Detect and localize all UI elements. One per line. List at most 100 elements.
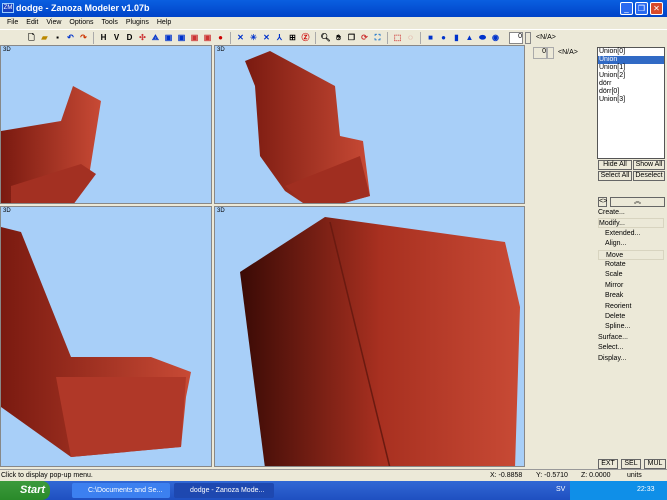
panel-spin-arrows[interactable] [547,47,554,59]
minimize-button[interactable]: _ [620,2,633,15]
command-reorient[interactable]: Reorient [598,302,664,312]
box-front-icon[interactable]: ▣ [163,32,174,43]
command-display[interactable]: Display... [598,354,664,364]
chair-model [245,51,370,203]
command-spline[interactable]: Spline... [598,322,664,332]
menu-options[interactable]: Options [65,17,97,29]
maximize-button[interactable]: ❐ [635,2,648,15]
show-all-button[interactable]: Show All [633,160,665,170]
command-create[interactable]: Create... [598,208,664,218]
task-zanoza[interactable]: dodge - Zanoza Mode... [174,483,274,498]
toolbar: 🗋 ▰ ▪ ↶ ↷ H V D ✣ ⟁ ▣ ▣ ▣ ▣ ● ✕ ✳ ✕ ⅄ ⊞ … [0,29,667,45]
cylinder-primitive-icon[interactable]: ▮ [451,32,462,43]
box-persp-icon[interactable]: ▣ [202,32,213,43]
select-circle-icon[interactable]: ◌ [405,32,416,43]
menu-help[interactable]: Help [153,17,175,29]
cube-primitive-icon[interactable]: ■ [425,32,436,43]
new-file-icon[interactable]: 🗋 [26,32,37,43]
separator [420,31,421,44]
mode-ext-button[interactable]: EXT [598,459,618,469]
panel-spin-input[interactable]: 0 [533,47,547,59]
object-list-item[interactable]: Union[1] [598,64,664,72]
command-surface[interactable]: Surface... [598,333,664,343]
pan-hand-icon[interactable]: ✋︎ [333,32,344,43]
viewport-top-left[interactable]: 3D [0,45,212,204]
mode-sel-button[interactable]: SEL [621,459,641,469]
chair-model-closeup [240,217,520,466]
zoom-z-icon[interactable]: Ⓩ [300,32,311,43]
select-all-button[interactable]: Select All [598,171,632,181]
axis-z-icon[interactable]: ✕ [261,32,272,43]
menu-plugins[interactable]: Plugins [122,17,153,29]
viewport-label: 3D [3,47,11,53]
viewport-top-right[interactable]: 3D [214,45,525,204]
panel-toggle-button[interactable]: <> [598,197,607,207]
language-indicator[interactable]: SV [556,486,565,493]
menu-edit[interactable]: Edit [22,17,42,29]
command-rotate[interactable]: Rotate [598,260,664,270]
object-list-item[interactable]: Union [598,56,664,64]
collapse-button[interactable]: ︽ [610,197,665,207]
viewport-label: 3D [217,47,225,53]
toolbar-spin-input[interactable]: 0 [509,31,523,44]
save-icon[interactable]: ▪ [52,32,63,43]
box-side-icon[interactable]: ▣ [176,32,187,43]
menu-bar: File Edit View Options Tools Plugins Hel… [0,17,667,29]
undo-icon[interactable]: ↶ [65,32,76,43]
sphere-primitive-icon[interactable]: ● [438,32,449,43]
command-break[interactable]: Break [598,291,664,301]
view-v-button[interactable]: V [111,32,122,43]
object-list[interactable]: Union[0] Union Union[1] Union[2] dörr dörr[0]… [597,47,665,159]
taskbar: Start C:\Documents and Se... dodge - Zan… [0,481,667,500]
command-align[interactable]: Align... [598,239,664,249]
axis-x-icon[interactable]: ✕ [235,32,246,43]
menu-view[interactable]: View [42,17,65,29]
object-list-item[interactable]: Union[0] [598,48,664,56]
rotate-view-icon[interactable]: ⟳ [359,32,370,43]
select-rect-icon[interactable]: ⬚ [392,32,403,43]
vertex-icon[interactable]: ⟁ [150,32,161,43]
command-delete[interactable]: Delete [598,312,664,322]
toolbar-spin-arrows[interactable] [525,31,531,44]
menu-tools[interactable]: Tools [98,17,122,29]
cone-primitive-icon[interactable]: ▲ [464,32,475,43]
cube-view-icon[interactable]: ❒ [346,32,357,43]
command-scale[interactable]: Scale [598,270,664,280]
deselect-button[interactable]: Deselect [633,171,665,181]
command-move[interactable]: Move [598,249,664,260]
command-select[interactable]: Select... [598,343,664,353]
axis-all-icon[interactable]: ⅄ [274,32,285,43]
menu-file[interactable]: File [3,17,22,29]
object-list-item[interactable]: dörr [598,80,664,88]
fit-view-icon[interactable]: ⛶ [372,32,383,43]
separator [387,31,388,44]
hide-all-button[interactable]: Hide All [598,160,632,170]
viewport-bottom-left[interactable]: 3D [0,206,212,467]
command-extended[interactable]: Extended... [598,229,664,239]
object-list-item[interactable]: Union[3] [598,96,664,104]
close-button[interactable]: ✕ [650,2,663,15]
render-sphere-icon[interactable]: ● [215,32,226,43]
box-top-icon[interactable]: ▣ [189,32,200,43]
app-icon[interactable]: ZM [2,3,14,13]
command-mirror[interactable]: Mirror [598,281,664,291]
object-list-item[interactable]: dörr[0] [598,88,664,96]
view-d-button[interactable]: D [124,32,135,43]
clock: 22:33 [637,486,655,493]
disc-primitive-icon[interactable]: ⬬ [477,32,488,43]
2d-3d-icon[interactable]: ⊞ [287,32,298,43]
layout-icon[interactable]: ✣ [137,32,148,43]
mode-mul-button[interactable]: MUL [644,459,666,469]
magnifier-icon[interactable]: 🔍︎ [320,32,331,43]
object-list-item[interactable]: Union[2] [598,72,664,80]
torus-primitive-icon[interactable]: ◉ [490,32,501,43]
open-folder-icon[interactable]: ▰ [39,32,50,43]
task-explorer[interactable]: C:\Documents and Se... [72,483,170,498]
view-h-button[interactable]: H [98,32,109,43]
start-button[interactable]: Start [0,481,50,500]
command-modify[interactable]: Modify... [598,218,664,229]
separator [230,31,231,44]
axis-y-icon[interactable]: ✳ [248,32,259,43]
redo-icon[interactable]: ↷ [78,32,89,43]
viewport-bottom-right[interactable]: 3D [214,206,525,467]
